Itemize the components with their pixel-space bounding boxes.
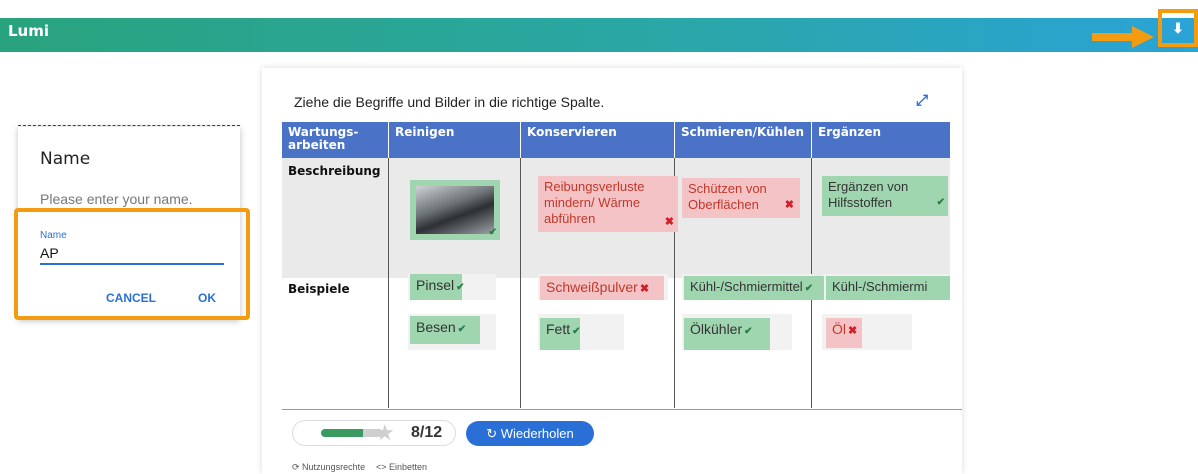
- embed-link[interactable]: <> Einbetten: [376, 462, 427, 472]
- column-header-konservieren: Konservieren: [521, 122, 674, 158]
- chip-schuetzen[interactable]: Schützen von Oberflächen ✖: [682, 178, 800, 218]
- chip-besen[interactable]: Besen ✔: [410, 316, 480, 344]
- image-chip-cleaning[interactable]: ✔: [410, 180, 500, 240]
- check-icon: ✔: [744, 326, 753, 337]
- check-icon: ✔: [457, 324, 467, 335]
- dialog-title: Name: [40, 149, 91, 169]
- cross-icon: ✖: [848, 325, 858, 337]
- chip-kuehl-schmiermittel-1[interactable]: Kühl-/Schmiermittel ✔: [684, 276, 824, 300]
- sorting-grid: Wartungs- arbeiten Reinigen Konservieren…: [282, 122, 950, 408]
- download-icon[interactable]: ⬇: [1168, 19, 1188, 37]
- chip-reibungsverluste[interactable]: Reibungsverluste mindern/ Wärme abführen…: [538, 176, 678, 232]
- chip-schweisspulver[interactable]: Schweißpulver ✖: [540, 276, 664, 300]
- column-header-reinigen: Reinigen: [389, 122, 520, 158]
- machine-image: [416, 186, 494, 234]
- fullscreen-icon[interactable]: ⤢: [916, 92, 934, 110]
- cancel-button[interactable]: CANCEL: [106, 291, 156, 305]
- rights-link[interactable]: ⟳ Nutzungsrechte: [292, 462, 365, 473]
- check-icon: ✔: [572, 326, 581, 337]
- retry-icon: ↻: [486, 426, 501, 441]
- rights-icon: ⟳: [292, 462, 303, 472]
- embed-icon: <>: [376, 462, 390, 472]
- chip-pinsel[interactable]: Pinsel ✔: [410, 274, 465, 300]
- footer-divider: [282, 409, 962, 410]
- chip-oel[interactable]: Öl ✖: [826, 318, 862, 348]
- star-icon: ★: [375, 420, 395, 445]
- score-text: 8/12: [411, 424, 443, 441]
- lumi-window: { "app": { "title": "Lumi" }, "header": …: [0, 0, 1198, 474]
- column-header-ergaenzen: Ergänzen: [812, 122, 950, 158]
- top-bar: Lumi: [0, 18, 1198, 52]
- dialog-divider: [18, 125, 240, 126]
- check-icon: ✔: [936, 197, 945, 208]
- check-icon: ✔: [804, 283, 814, 294]
- cross-icon: ✖: [664, 216, 674, 228]
- ok-button[interactable]: OK: [198, 291, 216, 305]
- app-title: Lumi: [8, 22, 50, 40]
- download-highlight: ⬇: [1158, 9, 1198, 47]
- dialog-prompt: Please enter your name.: [40, 191, 193, 207]
- check-icon: ✔: [488, 227, 497, 238]
- progress-fill: [321, 429, 363, 437]
- chip-fett[interactable]: Fett ✔: [540, 318, 581, 350]
- column-header-schmieren-kuehlen: Schmieren/Kühlen: [675, 122, 811, 158]
- arrow-annotation-icon: [1092, 26, 1154, 48]
- chip-ergaenzen-hilfsstoffe[interactable]: Ergänzen von Hilfsstoffen ✔: [822, 176, 948, 216]
- row-label-beschreibung: Beschreibung: [288, 164, 381, 178]
- check-icon: ✔: [456, 282, 465, 293]
- name-field-label: Name: [40, 230, 67, 241]
- name-input[interactable]: [40, 243, 224, 265]
- task-card: Ziehe die Begriffe und Bilder in die ric…: [262, 68, 962, 474]
- progress-indicator: ★ 8/12: [292, 420, 456, 446]
- cross-icon: ✖: [639, 283, 650, 295]
- column-header-wartungsarbeiten: Wartungs- arbeiten: [282, 122, 388, 158]
- chip-kuehl-schmiermittel-2[interactable]: Kühl-/Schmiermi: [826, 276, 950, 300]
- row-label-beispiele: Beispiele: [288, 282, 350, 296]
- task-instruction: Ziehe die Begriffe und Bilder in die ric…: [294, 94, 605, 110]
- cross-icon: ✖: [784, 199, 794, 211]
- progress-track: [321, 429, 383, 437]
- chip-oelkuehler[interactable]: Ölkühler ✔: [684, 318, 770, 350]
- retry-button[interactable]: ↻ Wiederholen: [466, 421, 594, 446]
